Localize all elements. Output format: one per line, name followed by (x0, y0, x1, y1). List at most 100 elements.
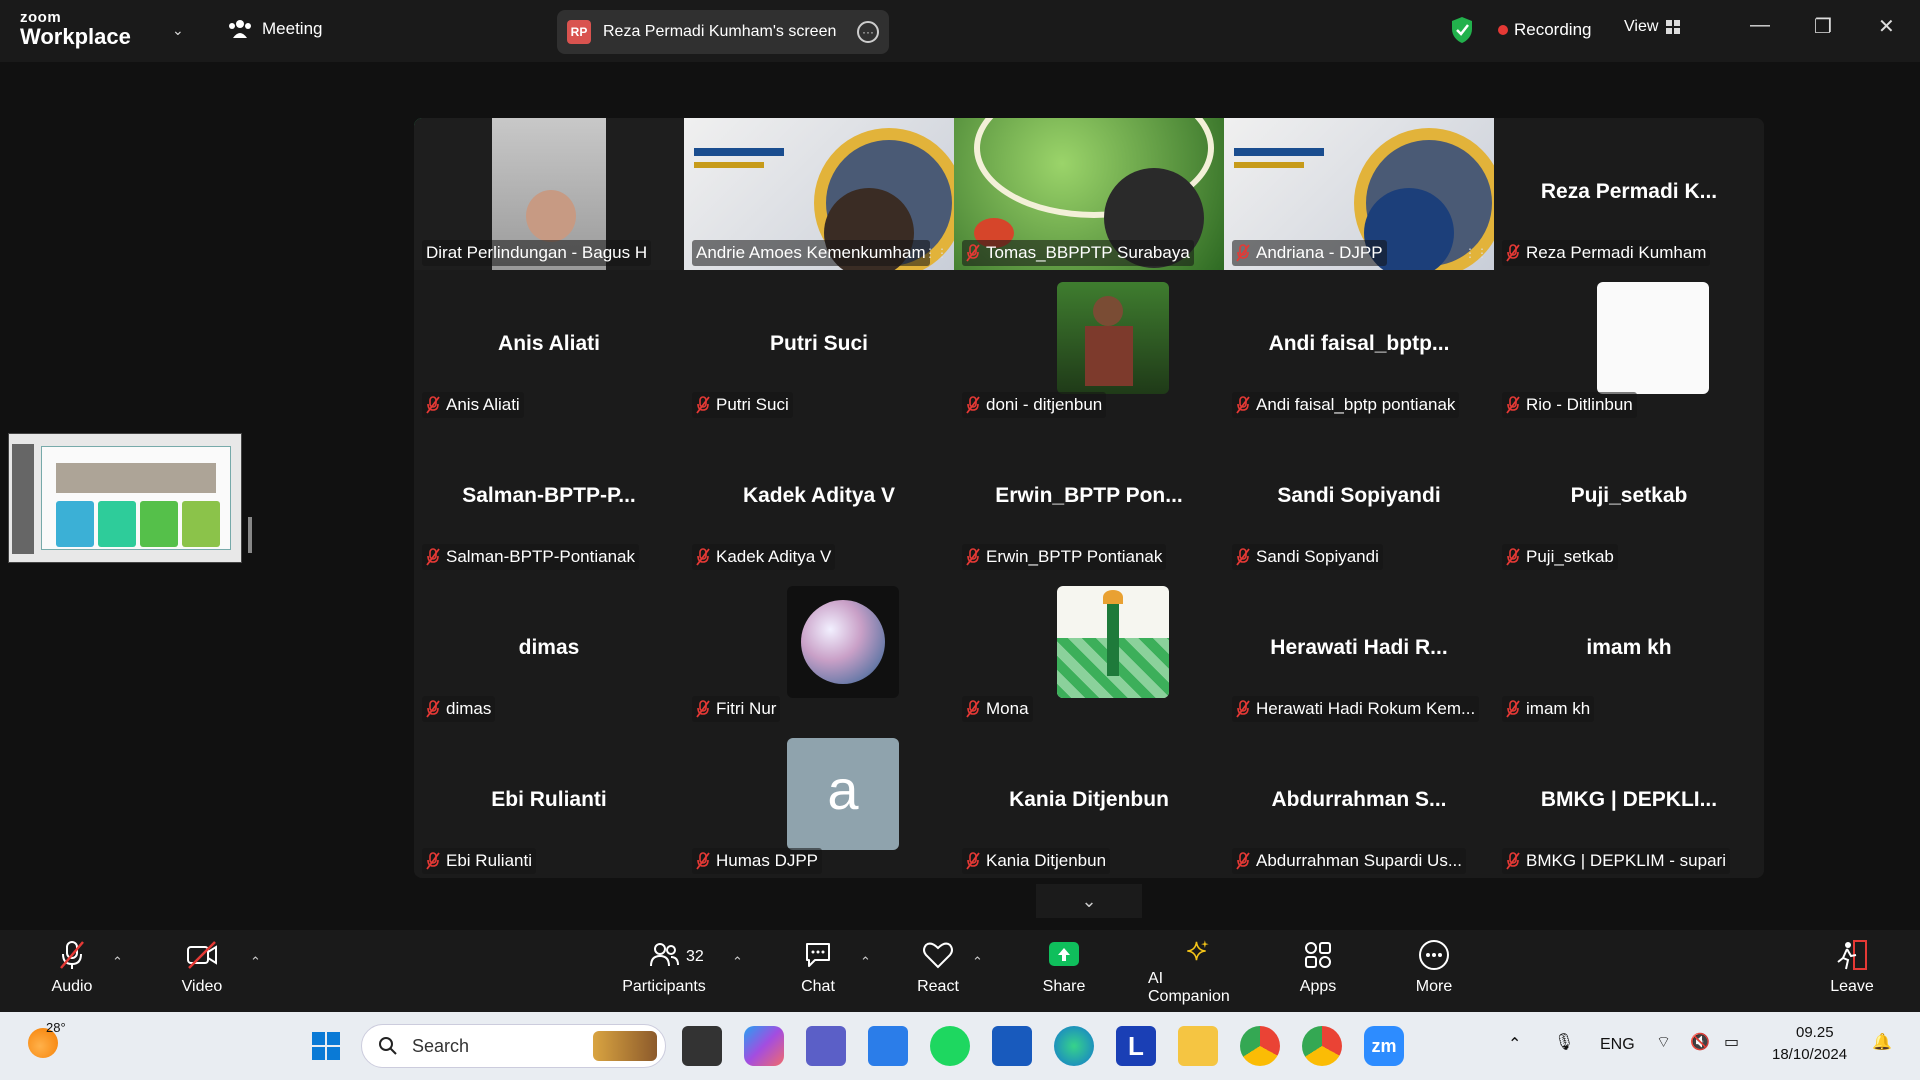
participant-display-name: Erwin_BPTP Pon... (995, 484, 1183, 507)
participant-tile[interactable]: doni - ditjenbun (954, 270, 1224, 422)
shared-screen-thumbnail[interactable] (8, 433, 242, 563)
participant-name: Andrie Amoes Kemenkumham (696, 243, 926, 262)
participant-tile[interactable]: Ebi Rulianti Ebi Rulianti (414, 726, 684, 878)
encryption-shield-icon[interactable] (1450, 16, 1474, 44)
participant-tile[interactable]: BMKG | DEPKLI... BMKG | DEPKLIM - supari (1494, 726, 1764, 878)
taskbar-search-input[interactable]: Search (361, 1024, 666, 1068)
screen-share-indicator[interactable]: RP Reza Permadi Kumham's screen ··· (557, 10, 889, 54)
chat-options-caret-icon[interactable]: ⌃ (860, 954, 871, 970)
participant-tile[interactable]: Erwin_BPTP Pon... Erwin_BPTP Pontianak (954, 422, 1224, 574)
file-explorer-icon[interactable] (1178, 1026, 1218, 1066)
participant-tile[interactable]: Mona (954, 574, 1224, 726)
participant-tile[interactable]: imam kh imam kh (1494, 574, 1764, 726)
video-label: Video (181, 978, 223, 995)
participant-tile[interactable]: Putri Suci Putri Suci (684, 270, 954, 422)
participants-options-caret-icon[interactable]: ⌃ (732, 954, 743, 970)
react-button[interactable]: React (888, 938, 988, 1006)
minimize-icon[interactable]: — (1750, 14, 1770, 37)
participant-tile[interactable]: Fitri Nur (684, 574, 954, 726)
participant-tile[interactable]: Kania Ditjenbun Kania Ditjenbun (954, 726, 1224, 878)
microphone-tray-icon[interactable]: 🎙 (1554, 1032, 1574, 1052)
participant-tile[interactable]: a Humas DJPP (684, 726, 954, 878)
teams-icon[interactable] (806, 1026, 846, 1066)
participant-tile[interactable]: Abdurrahman S... Abdurrahman Supardi Us..… (1224, 726, 1494, 878)
word-icon[interactable] (992, 1026, 1032, 1066)
gallery-scroll-down-button[interactable]: ⌄ (1036, 884, 1142, 918)
tray-overflow-chevron-icon[interactable]: ⌃ (1508, 1034, 1521, 1054)
video-options-caret-icon[interactable]: ⌃ (250, 954, 261, 970)
microsoft-store-icon[interactable] (868, 1026, 908, 1066)
edge-icon[interactable] (1054, 1026, 1094, 1066)
mic-muted-icon (426, 852, 440, 870)
participant-tile[interactable]: dimas dimas (414, 574, 684, 726)
apps-button[interactable]: Apps (1268, 938, 1368, 1006)
participant-name: Rio - Ditlinbun (1526, 395, 1633, 414)
task-view-icon[interactable] (682, 1026, 722, 1066)
ai-companion-button[interactable]: AI Companion (1148, 938, 1248, 1006)
audio-options-caret-icon[interactable]: ⌃ (112, 954, 123, 970)
leave-button[interactable]: Leave (1802, 938, 1902, 1006)
logo-workplace-text: Workplace (20, 24, 131, 49)
clock-time[interactable]: 09.25 (1796, 1024, 1834, 1041)
chevron-down-icon[interactable]: ⌄ (172, 22, 184, 39)
participant-display-name: Sandi Sopiyandi (1277, 484, 1441, 507)
participant-name: Andriana - DJPP (1256, 243, 1383, 262)
participant-tile[interactable]: Andriana - DJPP ⋮⋮ (1224, 118, 1494, 270)
participant-name: Fitri Nur (716, 699, 777, 718)
video-button[interactable]: Video (152, 938, 252, 1006)
participant-name: doni - ditjenbun (986, 395, 1103, 414)
title-bar: zoom Workplace ⌄ Meeting RP Reza Permadi… (0, 0, 1920, 62)
participant-tile[interactable]: Tomas_BBPPTP Surabaya (954, 118, 1224, 270)
thumbnail-drag-handle[interactable] (248, 517, 252, 553)
chrome-profile-icon[interactable] (1302, 1026, 1342, 1066)
windows-taskbar: 28° Search L zm ⌃ 🎙 ENG ⌔ 🔇 ▭ 09.25 18/1… (0, 1012, 1920, 1080)
participant-name-label: Tomas_BBPPTP Surabaya (962, 240, 1194, 266)
wifi-icon[interactable]: ⌔ (1656, 1032, 1671, 1052)
participant-tile[interactable]: Dirat Perlindungan - Bagus H (414, 118, 684, 270)
tile-options-icon[interactable]: ⋮⋮ (1464, 246, 1488, 260)
battery-icon[interactable]: ▭ (1724, 1032, 1739, 1052)
spotify-icon[interactable] (930, 1026, 970, 1066)
more-button[interactable]: More (1384, 938, 1484, 1006)
participant-tile[interactable]: Kadek Aditya V Kadek Aditya V (684, 422, 954, 574)
recording-indicator[interactable]: Recording (1498, 20, 1592, 40)
participant-tile[interactable]: Puji_setkab Puji_setkab (1494, 422, 1764, 574)
language-indicator[interactable]: ENG (1600, 1036, 1635, 1054)
more-icon (1419, 940, 1449, 970)
meeting-menu-button[interactable]: Meeting (228, 18, 322, 40)
participant-tile[interactable]: Andrie Amoes Kemenkumham ⋮⋮ (684, 118, 954, 270)
participant-name-label: Abdurrahman Supardi Us... (1232, 848, 1466, 874)
participant-name: Salman-BPTP-Pontianak (446, 547, 635, 566)
chat-button[interactable]: Chat (768, 938, 868, 1006)
participant-tile[interactable]: Anis Aliati Anis Aliati (414, 270, 684, 422)
speaker-muted-icon[interactable]: 🔇 (1690, 1032, 1710, 1052)
participant-name-label: doni - ditjenbun (962, 392, 1107, 418)
participant-tile[interactable]: Rio - Ditlinbun (1494, 270, 1764, 422)
participants-count: 32 (686, 948, 704, 965)
view-button[interactable]: View (1624, 18, 1681, 36)
l-app-icon[interactable]: L (1116, 1026, 1156, 1066)
participant-tile[interactable]: Herawati Hadi R... Herawati Hadi Rokum Ke… (1224, 574, 1494, 726)
participant-tile[interactable]: Andi faisal_bptp... Andi faisal_bptp pont… (1224, 270, 1494, 422)
participant-name-label: Herawati Hadi Rokum Kem... (1232, 696, 1480, 722)
tile-options-icon[interactable]: ⋮⋮ (924, 246, 948, 260)
mic-muted-icon (1506, 244, 1520, 262)
clock-date[interactable]: 18/10/2024 (1772, 1046, 1847, 1063)
more-options-icon[interactable]: ··· (857, 21, 879, 43)
windows-start-icon[interactable] (306, 1026, 346, 1066)
notification-bell-icon[interactable]: 🔔 (1872, 1032, 1892, 1052)
share-button[interactable]: Share (1014, 938, 1114, 1006)
audio-button[interactable]: Audio (22, 938, 122, 1006)
participant-name-label: Dirat Perlindungan - Bagus H (422, 240, 652, 266)
close-icon[interactable]: ✕ (1878, 14, 1895, 39)
copilot-icon[interactable] (744, 1026, 784, 1066)
restore-icon[interactable]: ❐ (1814, 14, 1832, 39)
participant-tile[interactable]: Salman-BPTP-P... Salman-BPTP-Pontianak (414, 422, 684, 574)
zoom-logo: zoom Workplace (20, 10, 131, 48)
participant-name-label: Fitri Nur (692, 696, 781, 722)
react-options-caret-icon[interactable]: ⌃ (972, 954, 983, 970)
zoom-taskbar-icon[interactable]: zm (1364, 1026, 1404, 1066)
participant-tile[interactable]: Reza Permadi K... Reza Permadi Kumham (1494, 118, 1764, 270)
chrome-icon[interactable] (1240, 1026, 1280, 1066)
participant-tile[interactable]: Sandi Sopiyandi Sandi Sopiyandi (1224, 422, 1494, 574)
